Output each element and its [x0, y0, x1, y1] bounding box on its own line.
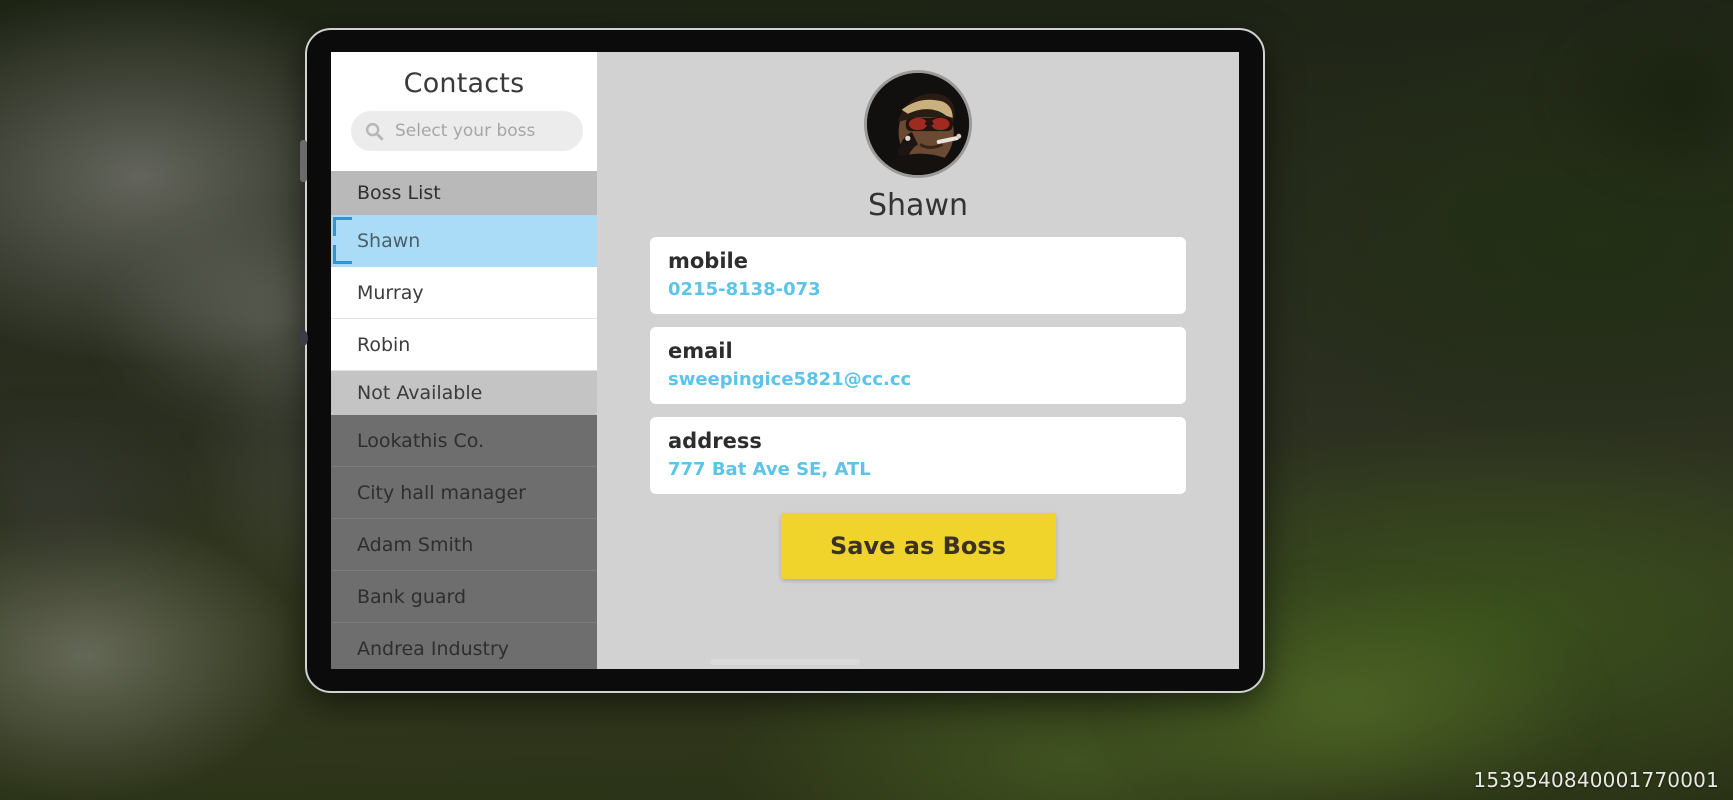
contact-label: Murray — [357, 282, 424, 304]
contact-row-bank-guard: Bank guard — [331, 571, 597, 623]
contact-fields: mobile 0215-8138-073 email sweepingice58… — [650, 237, 1186, 507]
contact-row-lookathis-co: Lookathis Co. — [331, 415, 597, 467]
tablet-device-frame: Contacts Boss List Shawn Murray — [299, 28, 1265, 693]
search-bar[interactable] — [351, 111, 583, 151]
group-header-not-available: Not Available — [331, 371, 597, 415]
contact-label: Shawn — [357, 230, 421, 252]
contact-avatar-shawn-icon — [867, 73, 969, 175]
contact-name: Shawn — [868, 188, 968, 223]
contact-row-adam-smith: Adam Smith — [331, 519, 597, 571]
contact-row-city-hall-manager: City hall manager — [331, 467, 597, 519]
search-input[interactable] — [393, 120, 571, 142]
field-card-address: address 777 Bat Ave SE, ATL — [650, 417, 1186, 494]
contact-label: Bank guard — [357, 586, 467, 608]
contacts-list[interactable]: Boss List Shawn Murray Robin Not Availab… — [331, 171, 597, 669]
contact-row-shawn[interactable]: Shawn — [331, 215, 597, 267]
contact-row-andrea-industry: Andrea Industry — [331, 623, 597, 669]
field-label-email: email — [668, 339, 733, 363]
contacts-panel: Contacts Boss List Shawn Murray — [331, 52, 597, 669]
field-card-email: email sweepingice5821@cc.cc — [650, 327, 1186, 404]
contact-label: Lookathis Co. — [357, 430, 485, 452]
field-label-mobile: mobile — [668, 249, 748, 273]
home-indicator[interactable] — [710, 659, 860, 665]
search-icon — [365, 122, 384, 141]
group-header-boss-list: Boss List — [331, 171, 597, 215]
contact-label: Andrea Industry — [357, 638, 510, 660]
field-card-mobile: mobile 0215-8138-073 — [650, 237, 1186, 314]
field-value-email[interactable]: sweepingice5821@cc.cc — [668, 369, 1168, 390]
contact-detail-panel: Shawn mobile 0215-8138-073 email sweepin… — [597, 52, 1239, 669]
field-value-address[interactable]: 777 Bat Ave SE, ATL — [668, 459, 1168, 480]
contact-label: City hall manager — [357, 482, 526, 504]
avatar — [864, 70, 972, 178]
page-title: Contacts — [403, 68, 525, 99]
watermark-id: 1539540840001770001 — [1473, 768, 1719, 792]
save-as-boss-button[interactable]: Save as Boss — [780, 513, 1056, 579]
tablet-screen: Contacts Boss List Shawn Murray — [331, 52, 1239, 669]
contacts-header: Contacts — [331, 52, 597, 171]
field-value-mobile[interactable]: 0215-8138-073 — [668, 279, 1168, 300]
contact-row-murray[interactable]: Murray — [331, 267, 597, 319]
contact-label: Robin — [357, 334, 411, 356]
field-label-address: address — [668, 429, 762, 453]
tablet-side-button[interactable] — [300, 140, 307, 182]
tablet-camera-dot — [299, 330, 308, 346]
contact-row-robin[interactable]: Robin — [331, 319, 597, 371]
contact-label: Adam Smith — [357, 534, 474, 556]
